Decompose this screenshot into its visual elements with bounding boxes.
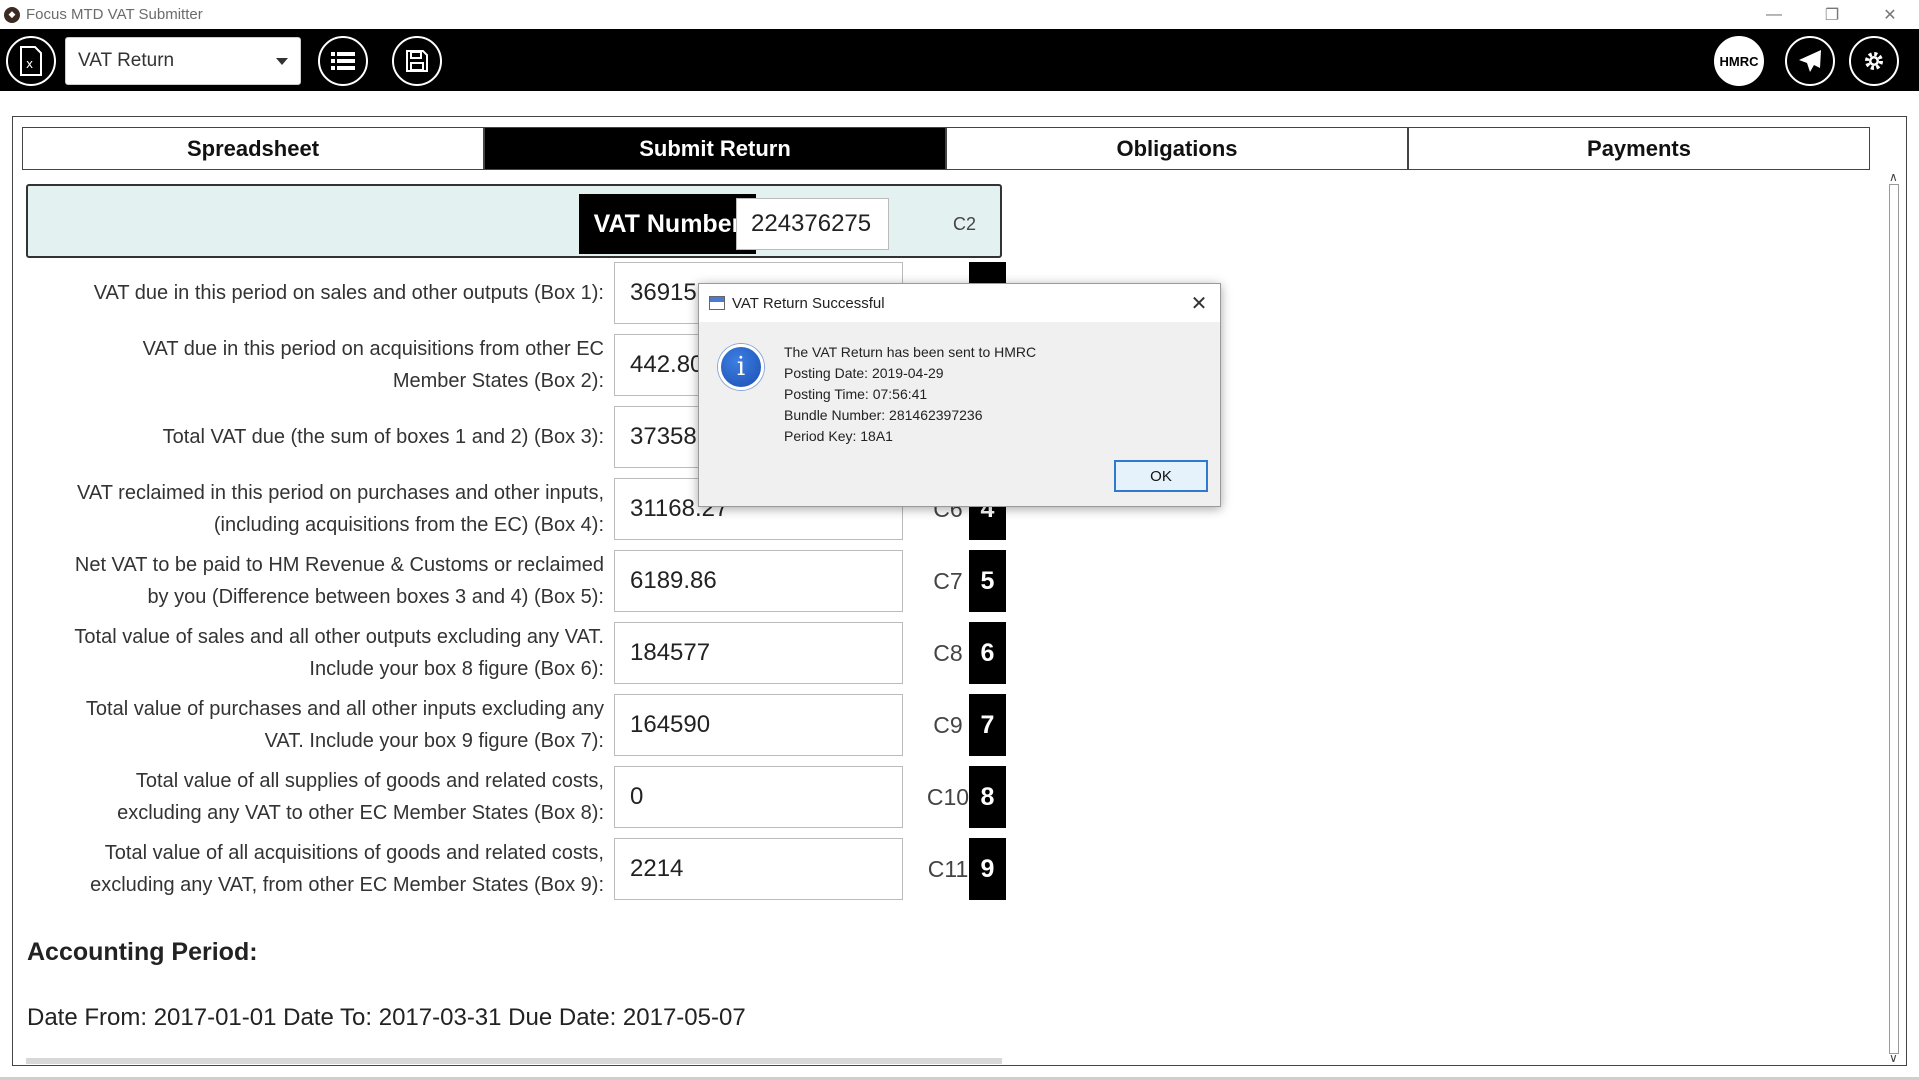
- scroll-down-icon[interactable]: ∨: [1889, 1051, 1898, 1065]
- hmrc-icon[interactable]: HMRC: [1714, 36, 1764, 86]
- box-number-badge: 5: [969, 550, 1006, 612]
- minimize-icon[interactable]: —: [1745, 0, 1803, 29]
- box-value-field[interactable]: 2214: [614, 838, 903, 900]
- box-row: Total value of all acquisitions of goods…: [26, 838, 1006, 900]
- tab-spreadsheet[interactable]: Spreadsheet: [22, 127, 484, 170]
- info-icon: i: [718, 344, 764, 390]
- success-dialog: VAT Return Successful ✕ i The VAT Return…: [698, 283, 1221, 507]
- tab-bar: Spreadsheet Submit Return Obligations Pa…: [22, 127, 1870, 170]
- list-icon[interactable]: [318, 36, 368, 86]
- box-row: Net VAT to be paid to HM Revenue & Custo…: [26, 550, 1006, 612]
- return-type-dropdown[interactable]: VAT Return: [65, 37, 301, 85]
- save-icon[interactable]: [392, 36, 442, 86]
- box-value-field[interactable]: 0: [614, 766, 903, 828]
- accounting-period-dates: Date From: 2017-01-01 Date To: 2017-03-3…: [27, 1004, 746, 1031]
- tab-submit-return[interactable]: Submit Return: [484, 127, 946, 170]
- toolbar: x VAT Return HMRC: [0, 29, 1919, 91]
- box-label: VAT due in this period on acquisitions f…: [142, 338, 604, 392]
- vat-number-label: VAT Number: [579, 194, 756, 254]
- dialog-titlebar: VAT Return Successful ✕: [699, 284, 1220, 322]
- tab-payments[interactable]: Payments: [1408, 127, 1870, 170]
- box-row: Total value of all supplies of goods and…: [26, 766, 1006, 828]
- vat-number-cell-ref: C2: [953, 214, 977, 234]
- svg-text:x: x: [26, 57, 33, 71]
- dialog-message: The VAT Return has been sent to HMRC Pos…: [784, 342, 1036, 447]
- box-row: Total value of sales and all other outpu…: [26, 622, 1006, 684]
- app-icon: ◆: [4, 6, 20, 23]
- box-number-badge: 7: [969, 694, 1006, 756]
- box-value-field[interactable]: 6189.86: [614, 550, 903, 612]
- window-controls: — ❐ ✕: [1745, 0, 1919, 29]
- accounting-period-heading: Accounting Period:: [27, 938, 258, 966]
- dialog-message-line: Posting Time: 07:56:41: [784, 386, 928, 402]
- window-title: Focus MTD VAT Submitter: [26, 6, 203, 23]
- horizontal-scrollbar[interactable]: [26, 1058, 1002, 1064]
- dialog-title: VAT Return Successful: [732, 294, 885, 312]
- send-icon[interactable]: [1785, 36, 1835, 86]
- box-label: Net VAT to be paid to HM Revenue & Custo…: [74, 554, 604, 608]
- ok-button[interactable]: OK: [1114, 460, 1208, 492]
- box-label: Total value of purchases and all other i…: [85, 698, 604, 752]
- settings-icon[interactable]: [1849, 36, 1899, 86]
- dialog-message-line: The VAT Return has been sent to HMRC: [784, 344, 1037, 360]
- box-label: VAT due in this period on sales and othe…: [93, 282, 604, 304]
- box-value-field[interactable]: 184577: [614, 622, 903, 684]
- tab-obligations[interactable]: Obligations: [946, 127, 1408, 170]
- box-label: Total value of sales and all other outpu…: [74, 626, 604, 680]
- chevron-down-icon: [276, 58, 288, 65]
- box-number-badge: 6: [969, 622, 1006, 684]
- restore-icon[interactable]: ❐: [1803, 0, 1861, 29]
- scroll-up-icon[interactable]: ∧: [1889, 170, 1898, 184]
- box-number-badge: 8: [969, 766, 1006, 828]
- box-label: Total VAT due (the sum of boxes 1 and 2)…: [162, 426, 604, 448]
- dialog-window-icon: [709, 296, 725, 310]
- dialog-message-line: Bundle Number: 281462397236: [784, 407, 983, 423]
- window-titlebar: ◆ Focus MTD VAT Submitter — ❐ ✕: [0, 0, 1919, 29]
- vat-number-panel: VAT Number 224376275 C2: [26, 184, 1002, 258]
- box-number-badge: 9: [969, 838, 1006, 900]
- box-label: Total value of all supplies of goods and…: [117, 770, 604, 824]
- scrollbar-thumb[interactable]: [1889, 184, 1899, 1054]
- box-label: VAT reclaimed in this period on purchase…: [77, 482, 604, 536]
- dialog-message-line: Posting Date: 2019-04-29: [784, 365, 944, 381]
- box-value-field[interactable]: 164590: [614, 694, 903, 756]
- excel-icon[interactable]: x: [6, 36, 56, 86]
- box-label: Total value of all acquisitions of goods…: [90, 842, 604, 896]
- vertical-scrollbar[interactable]: ∧ ∨: [1886, 170, 1904, 1065]
- dialog-message-line: Period Key: 18A1: [784, 428, 893, 444]
- vat-number-field[interactable]: 224376275: [736, 198, 889, 250]
- close-window-icon[interactable]: ✕: [1861, 0, 1919, 29]
- close-icon[interactable]: ✕: [1188, 292, 1210, 315]
- return-type-value: VAT Return: [78, 50, 175, 71]
- box-row: Total value of purchases and all other i…: [26, 694, 1006, 756]
